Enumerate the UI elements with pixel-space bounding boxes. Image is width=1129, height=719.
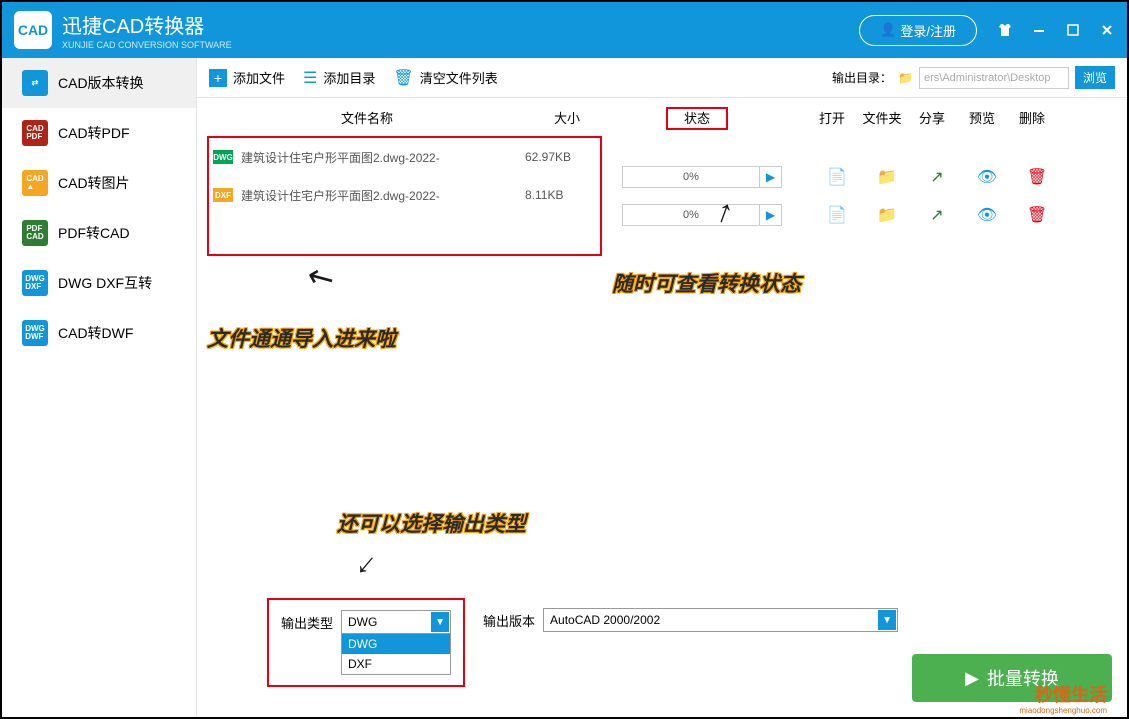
list-icon: ☰ bbox=[303, 68, 317, 88]
pdf-cad-icon: PDFCAD bbox=[22, 220, 48, 246]
delete-button[interactable]: 🗑 bbox=[1012, 167, 1062, 187]
folder-icon: 📁 bbox=[898, 71, 913, 85]
col-share: 分享 bbox=[907, 108, 957, 127]
annotation-status: 随时可查看转换状态 bbox=[612, 268, 801, 298]
open-file-button[interactable]: 📄 bbox=[812, 205, 862, 225]
toolbar: +添加文件 ☰添加目录 🗑清空文件列表 输出目录： 📁 浏览 bbox=[197, 58, 1127, 98]
file-size: 62.97KB bbox=[525, 150, 600, 164]
clear-list-button[interactable]: 🗑清空文件列表 bbox=[393, 68, 497, 88]
output-dir-label: 输出目录： bbox=[832, 69, 892, 86]
col-open: 打开 bbox=[807, 108, 857, 127]
cad-dwf-icon: DWGDWF bbox=[22, 320, 48, 346]
output-type-box: 输出类型 DWG▼ DWG DXF bbox=[267, 598, 465, 687]
col-delete: 删除 bbox=[1007, 108, 1057, 127]
cad-version-icon: ⇄ bbox=[22, 70, 48, 96]
sidebar-item-label: CAD转图片 bbox=[58, 173, 130, 193]
open-file-button[interactable]: 📄 bbox=[812, 167, 862, 187]
dropdown-option[interactable]: DXF bbox=[342, 654, 450, 674]
plus-icon: + bbox=[209, 69, 227, 87]
clear-icon: 🗑 bbox=[393, 68, 413, 88]
sidebar-item-pdf[interactable]: CADPDF CAD转PDF bbox=[2, 108, 196, 158]
output-type-dropdown[interactable]: DWG▼ DWG DXF bbox=[341, 610, 451, 675]
open-folder-button[interactable]: 📁 bbox=[862, 167, 912, 187]
sidebar-item-label: CAD转DWF bbox=[58, 323, 133, 343]
app-logo-icon: CAD bbox=[14, 11, 52, 49]
cad-image-icon: CAD▲ bbox=[22, 170, 48, 196]
login-button[interactable]: 👤 登录/注册 bbox=[859, 15, 977, 46]
sidebar-item-dwgdxf[interactable]: DWGDXF DWG DXF互转 bbox=[2, 258, 196, 308]
watermark: 秒懂生活 bbox=[1035, 681, 1107, 707]
open-folder-button[interactable]: 📁 bbox=[862, 205, 912, 225]
add-folder-button[interactable]: ☰添加目录 bbox=[303, 68, 375, 88]
user-icon: 👤 bbox=[880, 22, 896, 38]
share-button[interactable]: ↗ bbox=[912, 205, 962, 225]
delete-button[interactable]: 🗑 bbox=[1012, 205, 1062, 225]
files-highlight-box: DWG 建筑设计住宅户形平面图2.dwg-2022- 62.97KB DXF 建筑设… bbox=[207, 136, 602, 256]
progress-bar[interactable]: 0%▶ bbox=[622, 166, 782, 188]
maximize-button[interactable] bbox=[1065, 22, 1081, 38]
table-row[interactable]: DWG 建筑设计住宅户形平面图2.dwg-2022- 62.97KB bbox=[209, 138, 600, 176]
output-version-label: 输出版本 bbox=[483, 611, 535, 630]
sidebar-item-image[interactable]: CAD▲ CAD转图片 bbox=[2, 158, 196, 208]
play-icon[interactable]: ▶ bbox=[759, 167, 781, 187]
col-preview: 预览 bbox=[957, 108, 1007, 127]
share-button[interactable]: ↗ bbox=[912, 167, 962, 187]
file-size: 8.11KB bbox=[525, 188, 600, 202]
arrow-icon: ↖ bbox=[299, 254, 341, 300]
col-size: 大小 bbox=[527, 108, 607, 127]
col-name: 文件名称 bbox=[207, 108, 527, 127]
table-row[interactable]: DXF 建筑设计住宅户形平面图2.dwg-2022- 8.11KB bbox=[209, 176, 600, 214]
sidebar-item-dwf[interactable]: DWGDWF CAD转DWF bbox=[2, 308, 196, 358]
progress-bar[interactable]: 0%▶ bbox=[622, 204, 782, 226]
col-status: 状态 bbox=[607, 108, 787, 127]
output-version-dropdown[interactable]: AutoCAD 2000/2002▼ bbox=[543, 608, 898, 632]
sidebar: ⇄ CAD版本转换 CADPDF CAD转PDF CAD▲ CAD转图片 PDFCAD… bbox=[2, 58, 197, 717]
cad-pdf-icon: CADPDF bbox=[22, 120, 48, 146]
sidebar-item-label: DWG DXF互转 bbox=[58, 273, 152, 293]
skin-button[interactable] bbox=[997, 22, 1013, 38]
main-panel: +添加文件 ☰添加目录 🗑清空文件列表 输出目录： 📁 浏览 文件名称 大小 状… bbox=[197, 58, 1127, 717]
watermark-url: miaodongshenghuo.com bbox=[1019, 706, 1107, 715]
dwg-icon: DWG bbox=[213, 150, 233, 164]
add-file-button[interactable]: +添加文件 bbox=[209, 68, 285, 87]
sidebar-item-label: CAD转PDF bbox=[58, 123, 130, 143]
dwg-dxf-icon: DWGDXF bbox=[22, 270, 48, 296]
col-folder: 文件夹 bbox=[857, 108, 907, 127]
preview-button[interactable]: 👁 bbox=[962, 167, 1012, 187]
sidebar-item-label: CAD版本转换 bbox=[58, 73, 144, 93]
table-header: 文件名称 大小 状态 打开 文件夹 分享 预览 删除 bbox=[197, 98, 1127, 136]
annotation-files: 文件通通导入进来啦 bbox=[207, 323, 396, 353]
file-name-text: 建筑设计住宅户形平面图2.dwg-2022- bbox=[241, 149, 440, 166]
dxf-icon: DXF bbox=[213, 188, 233, 202]
sidebar-item-version[interactable]: ⇄ CAD版本转换 bbox=[2, 58, 196, 108]
dropdown-option[interactable]: DWG bbox=[342, 634, 450, 654]
play-icon[interactable]: ▶ bbox=[759, 205, 781, 225]
output-type-label: 输出类型 bbox=[281, 610, 333, 632]
file-name-text: 建筑设计住宅户形平面图2.dwg-2022- bbox=[241, 187, 440, 204]
browse-button[interactable]: 浏览 bbox=[1075, 66, 1115, 89]
play-circle-icon: ▶ bbox=[965, 668, 979, 689]
chevron-down-icon: ▼ bbox=[431, 612, 449, 632]
arrow-icon: ↑ bbox=[347, 547, 383, 586]
chevron-down-icon: ▼ bbox=[878, 610, 896, 630]
title-bar: CAD 迅捷CAD转换器 XUNJIE CAD CONVERSION SOFTW… bbox=[2, 2, 1127, 58]
minimize-button[interactable] bbox=[1031, 22, 1047, 38]
close-button[interactable] bbox=[1099, 22, 1115, 38]
app-title: 迅捷CAD转换器 bbox=[62, 10, 232, 39]
sidebar-item-pdfcad[interactable]: PDFCAD PDF转CAD bbox=[2, 208, 196, 258]
annotation-output: 还可以选择输出类型 bbox=[337, 508, 526, 538]
sidebar-item-label: PDF转CAD bbox=[58, 223, 130, 243]
output-dir-input[interactable] bbox=[919, 67, 1069, 89]
preview-button[interactable]: 👁 bbox=[962, 205, 1012, 225]
app-subtitle: XUNJIE CAD CONVERSION SOFTWARE bbox=[62, 40, 232, 50]
